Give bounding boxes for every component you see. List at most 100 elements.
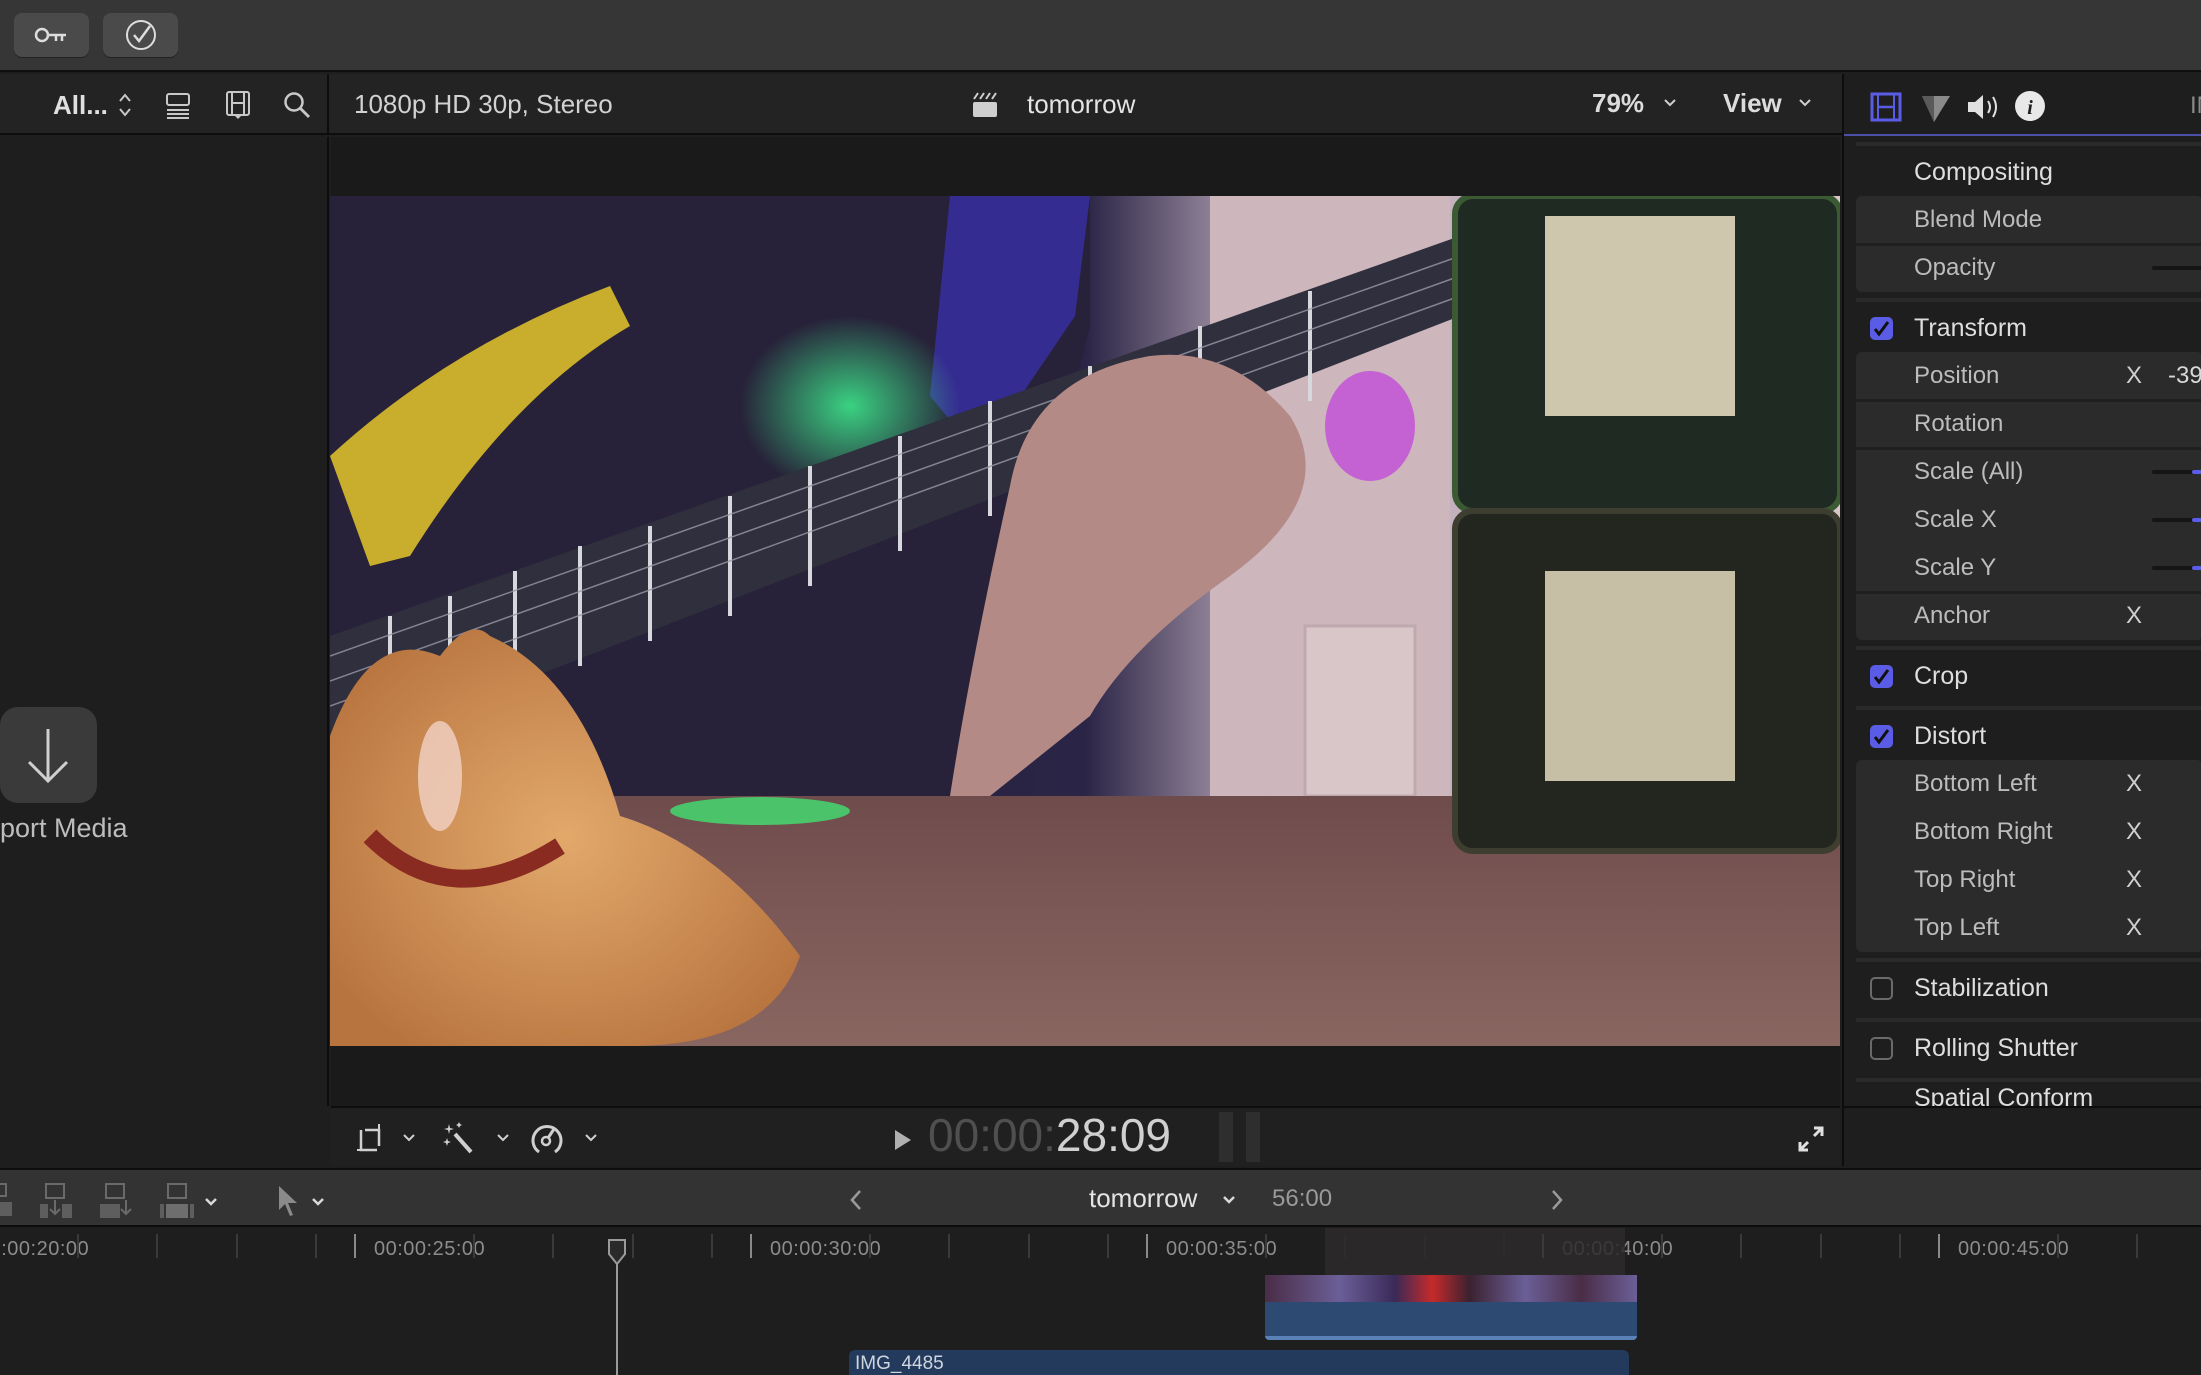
view-chevron-down-icon[interactable]	[1797, 96, 1813, 110]
spatial-conform-title: Spatial Conform	[1914, 1084, 2094, 1106]
top-left-row[interactable]: Top Left X	[1856, 904, 2201, 952]
edit-chevron-down-icon[interactable]	[204, 1196, 218, 1208]
scale-x-slider[interactable]	[2152, 518, 2201, 522]
ruler-label: 00:00:20:00	[0, 1238, 90, 1260]
enhance-chevron-down-icon[interactable]	[496, 1132, 510, 1144]
audio-inspector-tab-icon[interactable]	[1966, 92, 2000, 122]
import-media-button[interactable]	[0, 707, 97, 803]
view-menu[interactable]: View	[1723, 88, 1782, 119]
position-label: Position	[1914, 362, 2000, 389]
opacity-slider[interactable]	[2152, 266, 2201, 270]
up-down-chevron-icon[interactable]	[117, 90, 133, 120]
overwrite-clip-icon[interactable]	[158, 1182, 198, 1222]
filmstrip-icon[interactable]	[224, 90, 252, 120]
info-inspector-tab-icon[interactable]: i	[2014, 90, 2046, 122]
key-icon	[34, 27, 66, 43]
timeline-clip[interactable]: IMG_4485	[849, 1350, 1629, 1375]
ruler-minor-tick	[1027, 1234, 1030, 1258]
ruler-minor-tick	[77, 1234, 80, 1258]
history-forward-icon[interactable]	[1549, 1188, 1565, 1212]
position-row[interactable]: Position X -39	[1856, 352, 2201, 400]
ruler-minor-tick	[631, 1234, 634, 1258]
distort-checkbox[interactable]	[1870, 725, 1893, 748]
timecode-display[interactable]: 00:00:28:09	[928, 1108, 1171, 1162]
audio-meter-right	[1246, 1112, 1260, 1162]
scale-all-row[interactable]: Scale (All)	[1856, 448, 2201, 496]
magic-wand-icon[interactable]	[441, 1120, 477, 1156]
ruler-clip-overlay	[1325, 1228, 1625, 1275]
retime-chevron-down-icon[interactable]	[584, 1132, 598, 1144]
clip-audio-waveform[interactable]	[1265, 1302, 1637, 1340]
list-view-icon[interactable]	[164, 92, 192, 120]
bottom-right-row[interactable]: Bottom Right X	[1856, 808, 2201, 856]
top-left-x-label: X	[2126, 914, 2143, 941]
tool-chevron-down-icon[interactable]	[311, 1196, 325, 1208]
video-preview[interactable]	[330, 196, 1840, 1046]
zoom-chevron-down-icon[interactable]	[1662, 96, 1678, 110]
rolling-shutter-title: Rolling Shutter	[1914, 1034, 2078, 1062]
clip-filmstrip[interactable]	[1265, 1275, 1637, 1302]
scale-x-row[interactable]: Scale X	[1856, 496, 2201, 544]
video-inspector-tab-icon[interactable]	[1870, 92, 1902, 122]
browser-filter-menu[interactable]: All...	[53, 90, 108, 121]
scale-all-slider[interactable]	[2152, 470, 2201, 474]
crop-checkbox[interactable]	[1870, 665, 1893, 688]
inspector-tabs: i IM	[1844, 74, 2201, 136]
anchor-label: Anchor	[1914, 602, 1991, 629]
history-back-icon[interactable]	[848, 1188, 864, 1212]
blend-mode-row[interactable]: Blend Mode	[1856, 196, 2201, 244]
bottom-left-row[interactable]: Bottom Left X	[1856, 760, 2201, 808]
divider	[1856, 142, 2201, 146]
transform-crop-icon[interactable]	[355, 1122, 387, 1156]
scale-all-label: Scale (All)	[1914, 458, 2024, 485]
ruler-major-tick	[1146, 1234, 1148, 1258]
scale-y-row[interactable]: Scale Y	[1856, 544, 2201, 592]
top-toolbar	[0, 0, 2201, 72]
blend-mode-label: Blend Mode	[1914, 206, 2043, 233]
speedometer-icon[interactable]	[529, 1122, 565, 1156]
search-icon[interactable]	[282, 90, 312, 120]
rotation-row[interactable]: Rotation	[1856, 400, 2201, 448]
zoom-menu[interactable]: 79%	[1592, 88, 1644, 119]
timeline-ruler[interactable]: 00:00:20:00 00:00:25:00 00:00:30:00 00:00:3…	[0, 1228, 2201, 1275]
anchor-row[interactable]: Anchor X	[1856, 592, 2201, 640]
timeline-project-chevron-down-icon[interactable]	[1222, 1194, 1236, 1206]
background-tasks-button[interactable]	[103, 13, 178, 57]
keywords-button[interactable]	[14, 13, 89, 57]
transform-group: Position X -39 Rotation Scale (All) Scal…	[1856, 352, 2201, 640]
rolling-shutter-checkbox[interactable]	[1870, 1037, 1893, 1060]
checkmark-circle-icon	[125, 20, 156, 50]
append-clip-icon[interactable]	[98, 1182, 138, 1222]
play-icon[interactable]	[893, 1128, 913, 1152]
insert-clip-icon[interactable]	[38, 1182, 78, 1222]
opacity-row[interactable]: Opacity	[1856, 244, 2201, 292]
ruler-minor-tick	[1106, 1234, 1109, 1258]
connect-clip-icon[interactable]	[0, 1182, 16, 1218]
fullscreen-icon[interactable]	[1796, 1124, 1826, 1154]
top-right-row[interactable]: Top Right X	[1856, 856, 2201, 904]
audio-meter-left	[1219, 1112, 1233, 1162]
transform-chevron-down-icon[interactable]	[402, 1132, 416, 1144]
bottom-left-x-label: X	[2126, 770, 2143, 797]
position-x-label: X	[2126, 362, 2143, 389]
ruler-minor-tick	[948, 1234, 951, 1258]
rolling-shutter-section: Rolling Shutter	[1856, 1024, 2201, 1072]
ruler-label: 00:00:25:00	[374, 1238, 486, 1260]
transform-checkbox[interactable]	[1870, 317, 1893, 340]
stabilization-checkbox[interactable]	[1870, 977, 1893, 1000]
import-media-label[interactable]: port Media	[0, 813, 128, 844]
scale-y-slider[interactable]	[2152, 566, 2201, 570]
color-inspector-tab-icon[interactable]	[1920, 94, 1952, 124]
divider	[1856, 706, 2201, 710]
ruler-minor-tick	[1898, 1234, 1901, 1258]
transform-title: Transform	[1914, 314, 2027, 342]
divider	[1856, 958, 2201, 962]
playhead-handle[interactable]	[606, 1238, 628, 1278]
position-x-value[interactable]: -39	[2168, 362, 2201, 390]
playhead-line[interactable]	[616, 1275, 618, 1375]
stabilization-title: Stabilization	[1914, 974, 2049, 1002]
select-tool-icon[interactable]	[276, 1184, 302, 1218]
crop-title: Crop	[1914, 662, 1969, 690]
ruler-minor-tick	[869, 1234, 872, 1258]
timeline-project-name[interactable]: tomorrow	[1089, 1183, 1197, 1214]
